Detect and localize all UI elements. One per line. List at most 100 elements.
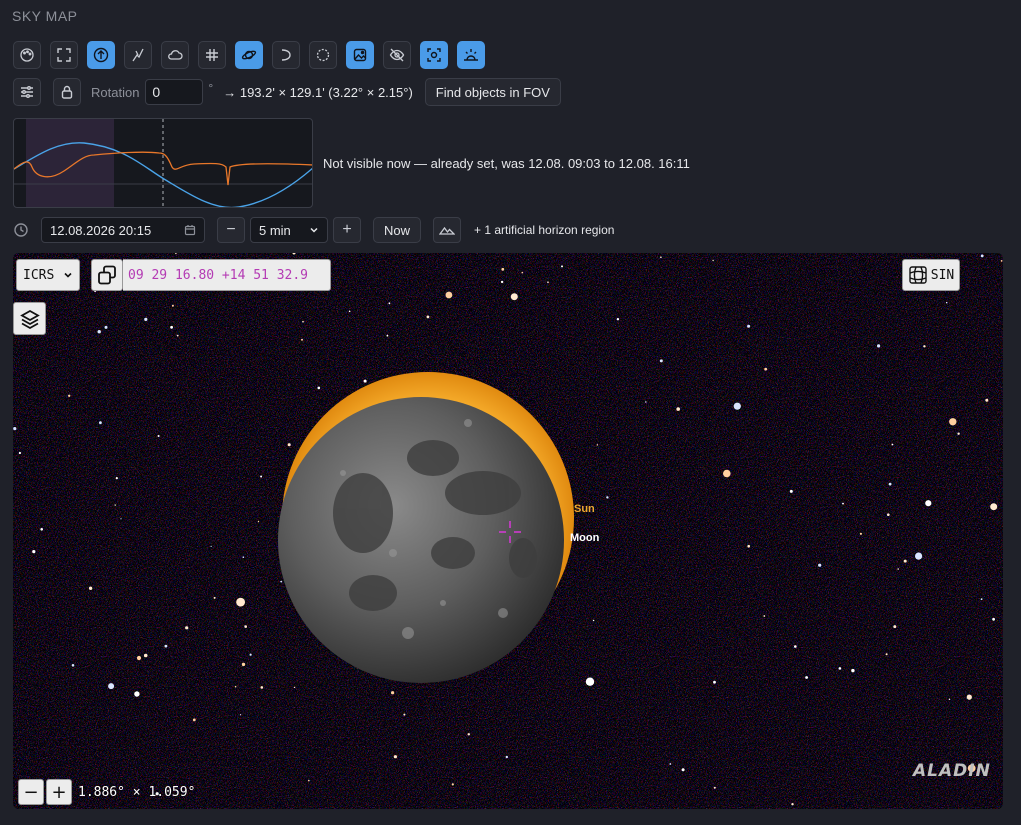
fov-readout: → 193.2' × 129.1' (3.22° × 2.15°) [223,84,413,100]
datetime-input[interactable]: 12.08.2026 20:15 [41,217,205,243]
find-objects-button[interactable]: Find objects in FOV [424,78,561,106]
star [669,763,672,765]
star [885,653,888,656]
fullscreen-button[interactable] [50,41,78,69]
star [388,302,391,305]
lock-button[interactable] [53,78,81,106]
star [948,698,951,700]
layers-icon [19,309,40,329]
star [144,317,148,321]
grid-button[interactable] [198,41,226,69]
star [923,345,926,348]
star [293,686,296,689]
time-step-select[interactable]: 5 min [250,217,328,243]
star [426,315,430,319]
star [887,513,890,516]
image-layer-icon [353,48,367,62]
now-button[interactable]: Now [373,217,422,243]
image-layer-button[interactable] [346,41,374,69]
copy-icon [98,265,116,285]
star [980,598,983,601]
star [888,482,892,486]
aladin-sky-view[interactable]: Sun Moon ICRS 09 29 16.80 +14 51 32.9 SI… [13,253,1003,809]
star [791,803,794,806]
lock-icon [61,85,73,99]
time-minus-button[interactable]: − [217,217,245,243]
target-button[interactable] [420,41,448,69]
outline-button[interactable] [309,41,337,69]
constellation-button[interactable] [124,41,152,69]
star [877,344,881,348]
star [393,755,397,759]
star [521,271,524,274]
horizon-button[interactable] [457,41,485,69]
artificial-horizon-button[interactable] [433,217,462,243]
grid-icon [206,49,218,61]
hide-button[interactable] [383,41,411,69]
palette-icon [20,48,34,62]
star [789,489,793,493]
ecliptic-button[interactable] [272,41,300,69]
horizon-icon [464,49,478,61]
star [108,683,115,690]
time-row: 12.08.2026 20:15 − 5 min + Now + 1 artif… [13,217,614,243]
time-plus-button[interactable]: + [333,217,361,243]
sun-label: Sun [574,503,595,515]
star [40,528,43,531]
mountain-icon [439,226,456,235]
frame-select[interactable]: ICRS [16,259,80,291]
clock-icon [14,223,28,237]
star [97,330,101,334]
star [838,667,842,670]
star [157,435,160,437]
star [859,532,863,535]
star [301,338,303,341]
star [764,367,768,371]
star [451,783,454,786]
ecliptic-icon [281,49,291,61]
star [170,325,174,329]
copy-coordinates-button[interactable] [91,259,123,291]
rotation-input[interactable] [145,79,204,105]
palette-button[interactable] [13,41,41,69]
datetime-value: 12.08.2026 20:15 [50,222,152,238]
star [985,398,989,402]
star [348,310,351,313]
star [510,293,518,301]
cloud-button[interactable] [161,41,189,69]
sky-canvas[interactable] [13,253,1003,809]
star [32,550,36,554]
planet-button[interactable] [235,41,263,69]
star [596,444,599,446]
star [403,713,406,716]
fullscreen-icon [57,48,71,62]
calendar-icon[interactable] [184,224,196,236]
chevron-down-icon [310,227,318,233]
zoom-in-button[interactable]: + [46,779,72,805]
projection-button[interactable]: SIN [902,259,960,291]
star [713,786,716,789]
star [71,664,75,667]
coordinates-field[interactable]: 09 29 16.80 +14 51 32.9 [123,259,331,291]
degree-symbol: ° [208,81,214,95]
star [505,755,508,759]
settings-button[interactable] [13,78,41,106]
zoom-out-button[interactable]: − [18,779,44,805]
star [257,520,260,523]
star [1000,260,1003,262]
star [794,645,797,648]
star [260,686,264,689]
toolbar [13,41,485,69]
star [561,265,563,268]
altitude-graph[interactable] [13,118,313,208]
north-up-button[interactable] [87,41,115,69]
star [210,545,212,547]
star [104,325,108,329]
aladin-logo: ALADIN [913,761,991,781]
star [897,568,899,570]
star [946,302,948,304]
star [763,615,766,617]
star [818,563,822,567]
layers-button[interactable] [13,302,46,335]
star [99,421,102,425]
